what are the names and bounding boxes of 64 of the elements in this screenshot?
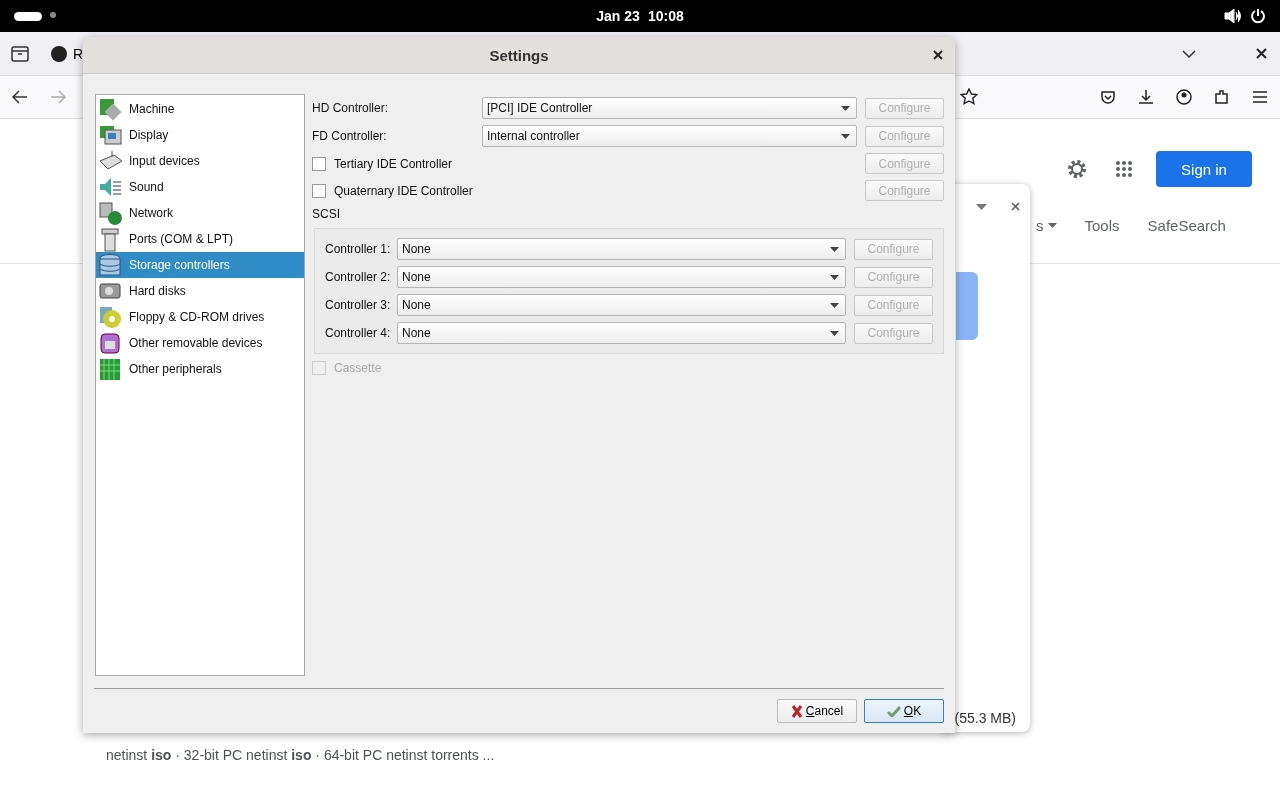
- file-size-text: (55.3 MB): [954, 710, 1016, 726]
- nav-link[interactable]: Tools: [1084, 217, 1120, 234]
- dropdown-arrow-icon: [830, 330, 839, 336]
- disc-icon: [98, 304, 123, 330]
- dialog-title: Settings: [489, 46, 549, 64]
- activities-indicator[interactable]: [14, 11, 42, 21]
- power-icon[interactable]: [1250, 8, 1266, 24]
- date-text[interactable]: Jan 23: [596, 8, 640, 24]
- dropdown-arrow-icon: [830, 246, 839, 252]
- dialog-button[interactable]: Cancel: [777, 699, 857, 723]
- checkbox-label: Cassette: [334, 361, 382, 375]
- time-text[interactable]: 10:08: [647, 8, 684, 24]
- category-item[interactable]: Sound: [96, 174, 304, 200]
- dropdown-arrow-icon[interactable]: [976, 204, 987, 210]
- field-label: Controller 1:: [325, 242, 389, 256]
- category-item[interactable]: Other removable devices: [96, 330, 304, 356]
- circuit-board-icon: [98, 356, 123, 382]
- chevron-down-icon[interactable]: [1182, 49, 1196, 58]
- category-item[interactable]: Other peripherals: [96, 356, 304, 382]
- category-item[interactable]: Display: [96, 122, 304, 148]
- category-item[interactable]: Floppy & CD-ROM drives: [96, 304, 304, 330]
- category-item[interactable]: Input devices: [96, 148, 304, 174]
- tab-overview-icon[interactable]: [11, 45, 29, 62]
- checkbox-label: Tertiary IDE Controller: [334, 156, 453, 171]
- apps-grid-icon[interactable]: [1115, 160, 1133, 178]
- close-icon[interactable]: [933, 50, 943, 60]
- category-item[interactable]: Ports (COM & LPT): [96, 226, 304, 252]
- settings-icon[interactable]: [1066, 158, 1088, 180]
- back-arrow-icon[interactable]: [12, 90, 28, 104]
- group-title: SCSI: [312, 207, 340, 221]
- dropdown-arrow-icon: [841, 105, 850, 111]
- workspace-dot: [50, 11, 56, 18]
- search-result-snippet: netinst iso · 32-bit PC netinst iso · 64-bit PC netinst torrents ...: [106, 747, 495, 763]
- cross-icon: [790, 704, 803, 718]
- close-icon[interactable]: [1256, 48, 1267, 59]
- removable-drive-icon: [98, 330, 123, 356]
- volume-icon[interactable]: [1224, 8, 1242, 24]
- pocket-icon[interactable]: [1100, 89, 1116, 105]
- category-item[interactable]: Storage controllers: [96, 252, 304, 278]
- category-item[interactable]: Machine: [96, 96, 304, 122]
- dropdown-arrow-icon: [830, 274, 839, 280]
- network-computer-icon: [98, 200, 123, 226]
- field-label: HD Controller:: [312, 101, 390, 115]
- puzzle-icon[interactable]: [1214, 89, 1230, 105]
- database-icon: [98, 252, 123, 278]
- field-label: Controller 2:: [325, 270, 389, 284]
- dropdown-arrow-icon: [841, 133, 850, 139]
- account-icon[interactable]: [1176, 89, 1192, 105]
- checkbox-label: Quaternary IDE Controller: [334, 183, 473, 198]
- star-icon[interactable]: [960, 88, 978, 106]
- menu-icon[interactable]: [1252, 90, 1268, 104]
- dropdown-arrow-icon: [830, 302, 839, 308]
- dialog-button[interactable]: OK: [864, 699, 944, 723]
- sign-in-button[interactable]: Sign in: [1156, 151, 1252, 187]
- nav-link[interactable]: s: [1036, 217, 1057, 234]
- category-item[interactable]: Network: [96, 200, 304, 226]
- category-item[interactable]: Hard disks: [96, 278, 304, 304]
- tab-title[interactable]: R: [73, 45, 84, 62]
- field-label: FD Controller:: [312, 129, 388, 143]
- dropdown-arrow-icon: [1047, 223, 1057, 228]
- download-icon[interactable]: [1138, 89, 1154, 105]
- field-label: Controller 4:: [325, 326, 389, 340]
- nav-link[interactable]: SafeSearch: [1147, 217, 1226, 234]
- field-label: Controller 3:: [325, 298, 389, 312]
